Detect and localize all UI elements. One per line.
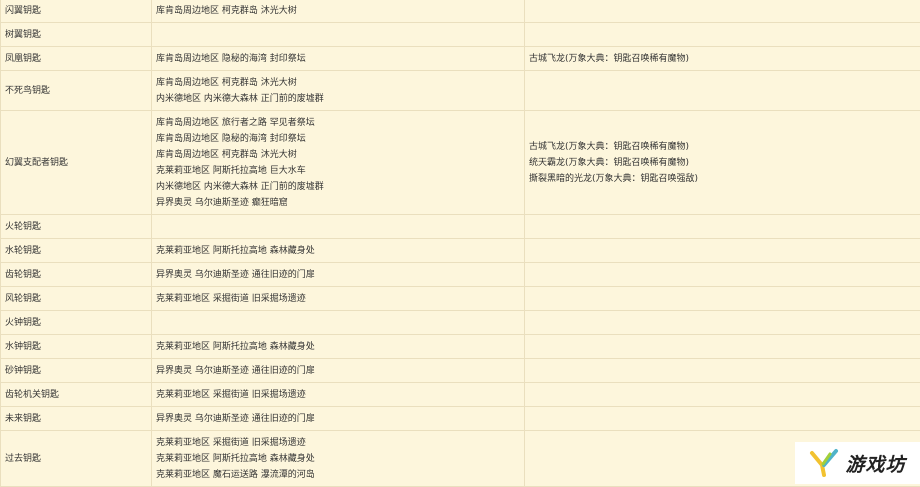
key-name-cell: 齿轮钥匙 [1,263,152,287]
key-location-table: 闪翼钥匙库肯岛周边地区 柯克群岛 沐光大树树翼钥匙凤凰钥匙库肯岛周边地区 隐秘的… [0,0,920,487]
location-cell: 异界奥灵 乌尔迪斯圣迹 通往旧迹的门扉 [152,407,525,431]
source-cell [525,0,920,23]
location-cell: 克莱莉亚地区 阿斯托拉高地 森林藏身处 [152,335,525,359]
source-line: 古城飞龙(万象大典：钥匙召唤稀有魔物) [529,51,920,67]
key-name-cell: 砂钟钥匙 [1,359,152,383]
location-line: 克莱莉亚地区 采掘街道 旧采掘场遗迹 [156,291,524,307]
location-line: 克莱莉亚地区 采掘街道 旧采掘场遗迹 [156,435,524,451]
key-name-cell: 不死鸟钥匙 [1,71,152,111]
location-line: 异界奥灵 乌尔迪斯圣迹 癫狂暗窟 [156,195,524,211]
source-cell [525,263,920,287]
location-cell: 库肯岛周边地区 柯克群岛 沐光大树 [152,0,525,23]
source-cell [525,383,920,407]
key-name-cell: 闪翼钥匙 [1,0,152,23]
table-row: 齿轮机关钥匙克莱莉亚地区 采掘街道 旧采掘场遗迹 [1,383,920,407]
source-cell [525,23,920,47]
source-cell [525,407,920,431]
table-row: 未来钥匙异界奥灵 乌尔迪斯圣迹 通往旧迹的门扉 [1,407,920,431]
location-cell: 异界奥灵 乌尔迪斯圣迹 通往旧迹的门扉 [152,359,525,383]
location-line: 异界奥灵 乌尔迪斯圣迹 通往旧迹的门扉 [156,267,524,283]
key-name-cell: 未来钥匙 [1,407,152,431]
y-logo-icon [809,448,839,478]
location-line: 异界奥灵 乌尔迪斯圣迹 通往旧迹的门扉 [156,411,524,427]
location-line: 异界奥灵 乌尔迪斯圣迹 通往旧迹的门扉 [156,363,524,379]
location-line: 库肯岛周边地区 柯克群岛 沐光大树 [156,75,524,91]
location-cell: 克莱莉亚地区 采掘街道 旧采掘场遗迹 [152,383,525,407]
location-cell: 异界奥灵 乌尔迪斯圣迹 通往旧迹的门扉 [152,263,525,287]
location-line: 克莱莉亚地区 魔石运送路 瀑流潭的河岛 [156,467,524,483]
table-row: 闪翼钥匙库肯岛周边地区 柯克群岛 沐光大树 [1,0,920,23]
source-line: 统天霸龙(万象大典：钥匙召唤稀有魔物) [529,155,920,171]
source-cell [525,287,920,311]
table-row: 幻翼支配者钥匙库肯岛周边地区 旅行者之路 罕见者祭坛库肯岛周边地区 隐秘的海湾 … [1,111,920,215]
key-name-cell: 水钟钥匙 [1,335,152,359]
source-cell [525,215,920,239]
location-cell: 库肯岛周边地区 隐秘的海湾 封印祭坛 [152,47,525,71]
location-line: 克莱莉亚地区 阿斯托拉高地 森林藏身处 [156,243,524,259]
table-row: 水轮钥匙克莱莉亚地区 阿斯托拉高地 森林藏身处 [1,239,920,263]
key-name-cell: 齿轮机关钥匙 [1,383,152,407]
source-cell: 古城飞龙(万象大典：钥匙召唤稀有魔物) [525,47,920,71]
source-line: 撕裂黑暗的光龙(万象大典：钥匙召唤强敌) [529,171,920,187]
key-name-cell: 风轮钥匙 [1,287,152,311]
source-cell [525,71,920,111]
location-line: 库肯岛周边地区 隐秘的海湾 封印祭坛 [156,51,524,67]
location-cell: 库肯岛周边地区 旅行者之路 罕见者祭坛库肯岛周边地区 隐秘的海湾 封印祭坛库肯岛… [152,111,525,215]
table-row: 砂钟钥匙异界奥灵 乌尔迪斯圣迹 通往旧迹的门扉 [1,359,920,383]
location-cell: 库肯岛周边地区 柯克群岛 沐光大树内米德地区 内米德大森林 正门前的废墟群 [152,71,525,111]
source-cell [525,335,920,359]
table-row: 凤凰钥匙库肯岛周边地区 隐秘的海湾 封印祭坛古城飞龙(万象大典：钥匙召唤稀有魔物… [1,47,920,71]
location-cell [152,215,525,239]
location-cell: 克莱莉亚地区 阿斯托拉高地 森林藏身处 [152,239,525,263]
key-name-cell: 过去钥匙 [1,431,152,487]
watermark-text: 游戏坊 [845,450,905,477]
table-row: 齿轮钥匙异界奥灵 乌尔迪斯圣迹 通往旧迹的门扉 [1,263,920,287]
source-cell [525,359,920,383]
table-row: 风轮钥匙克莱莉亚地区 采掘街道 旧采掘场遗迹 [1,287,920,311]
location-line: 库肯岛周边地区 隐秘的海湾 封印祭坛 [156,131,524,147]
source-cell [525,311,920,335]
source-cell: 古城飞龙(万象大典：钥匙召唤稀有魔物)统天霸龙(万象大典：钥匙召唤稀有魔物)撕裂… [525,111,920,215]
location-line: 库肯岛周边地区 柯克群岛 沐光大树 [156,3,524,19]
location-line: 克莱莉亚地区 阿斯托拉高地 巨大水车 [156,163,524,179]
location-cell: 克莱莉亚地区 采掘街道 旧采掘场遗迹 [152,287,525,311]
key-name-cell: 水轮钥匙 [1,239,152,263]
table-row: 过去钥匙克莱莉亚地区 采掘街道 旧采掘场遗迹克莱莉亚地区 阿斯托拉高地 森林藏身… [1,431,920,487]
table-row: 树翼钥匙 [1,23,920,47]
table-row: 不死鸟钥匙库肯岛周边地区 柯克群岛 沐光大树内米德地区 内米德大森林 正门前的废… [1,71,920,111]
source-line: 古城飞龙(万象大典：钥匙召唤稀有魔物) [529,139,920,155]
location-line: 内米德地区 内米德大森林 正门前的废墟群 [156,91,524,107]
location-line: 克莱莉亚地区 采掘街道 旧采掘场遗迹 [156,387,524,403]
location-line: 克莱莉亚地区 阿斯托拉高地 森林藏身处 [156,339,524,355]
key-name-cell: 凤凰钥匙 [1,47,152,71]
key-name-cell: 树翼钥匙 [1,23,152,47]
source-cell [525,239,920,263]
location-cell [152,23,525,47]
location-line: 内米德地区 内米德大森林 正门前的废墟群 [156,179,524,195]
key-name-cell: 火轮钥匙 [1,215,152,239]
watermark-logo: 游戏坊 [795,442,920,484]
key-name-cell: 幻翼支配者钥匙 [1,111,152,215]
table-row: 水钟钥匙克莱莉亚地区 阿斯托拉高地 森林藏身处 [1,335,920,359]
location-line: 克莱莉亚地区 阿斯托拉高地 森林藏身处 [156,451,524,467]
key-name-cell: 火钟钥匙 [1,311,152,335]
location-line: 库肯岛周边地区 柯克群岛 沐光大树 [156,147,524,163]
table-row: 火轮钥匙 [1,215,920,239]
location-cell: 克莱莉亚地区 采掘街道 旧采掘场遗迹克莱莉亚地区 阿斯托拉高地 森林藏身处克莱莉… [152,431,525,487]
location-line: 库肯岛周边地区 旅行者之路 罕见者祭坛 [156,115,524,131]
location-cell [152,311,525,335]
table-row: 火钟钥匙 [1,311,920,335]
